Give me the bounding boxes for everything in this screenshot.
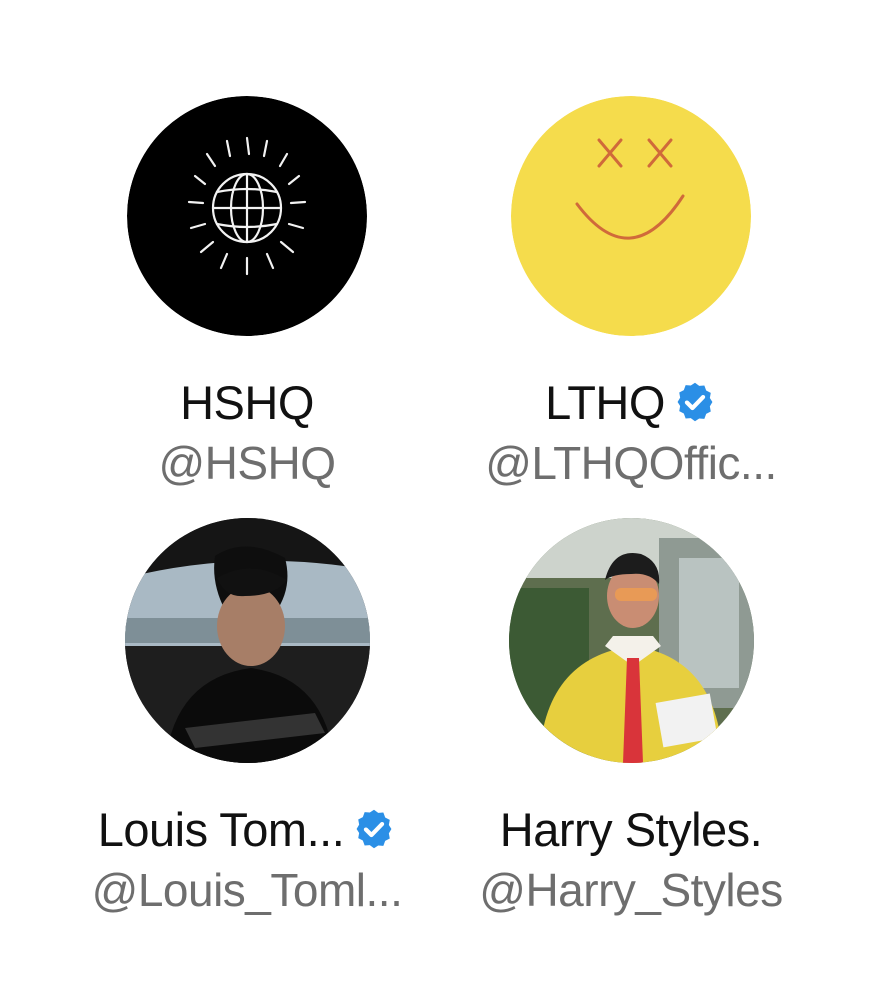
name-row: HSHQ <box>67 374 427 430</box>
account-handle: @Louis_Toml... <box>91 864 403 916</box>
display-name: LTHQ <box>545 375 665 429</box>
name-row: LTHQ <box>451 374 811 430</box>
name-row: Harry Styles. <box>451 801 811 857</box>
profile-photo-man-in-car <box>124 518 370 763</box>
verified-badge-icon <box>677 382 713 422</box>
avatar[interactable] <box>127 96 367 336</box>
account-card-harry[interactable]: Harry Styles. @Harry_Styles <box>451 518 811 917</box>
avatar[interactable] <box>508 518 754 763</box>
name-row: Louis Tom... <box>67 801 427 857</box>
verified-badge-icon <box>356 809 392 849</box>
profile-photo-man-yellow-sweater <box>508 518 754 763</box>
account-handle: @Harry_Styles <box>479 864 783 916</box>
globe-sun-logo-icon <box>127 96 367 336</box>
account-card-louis[interactable]: Louis Tom... @Louis_Toml... <box>67 518 427 917</box>
account-card-lthq[interactable]: LTHQ @LTHQOffic... <box>451 96 811 490</box>
account-card-hshq[interactable]: HSHQ @HSHQ <box>67 96 427 490</box>
avatar[interactable] <box>511 96 751 336</box>
display-name: HSHQ <box>180 375 314 429</box>
display-name: Harry Styles. <box>499 802 763 856</box>
avatar[interactable] <box>124 518 370 763</box>
account-handle: @LTHQOffic... <box>485 437 777 489</box>
account-handle: @HSHQ <box>158 437 336 489</box>
smiley-face-logo-icon <box>511 96 751 336</box>
display-name: Louis Tom... <box>97 802 345 856</box>
account-grid: HSHQ @HSHQ LTHQ @LTHQOffic... Louis Tom.… <box>0 0 884 1000</box>
